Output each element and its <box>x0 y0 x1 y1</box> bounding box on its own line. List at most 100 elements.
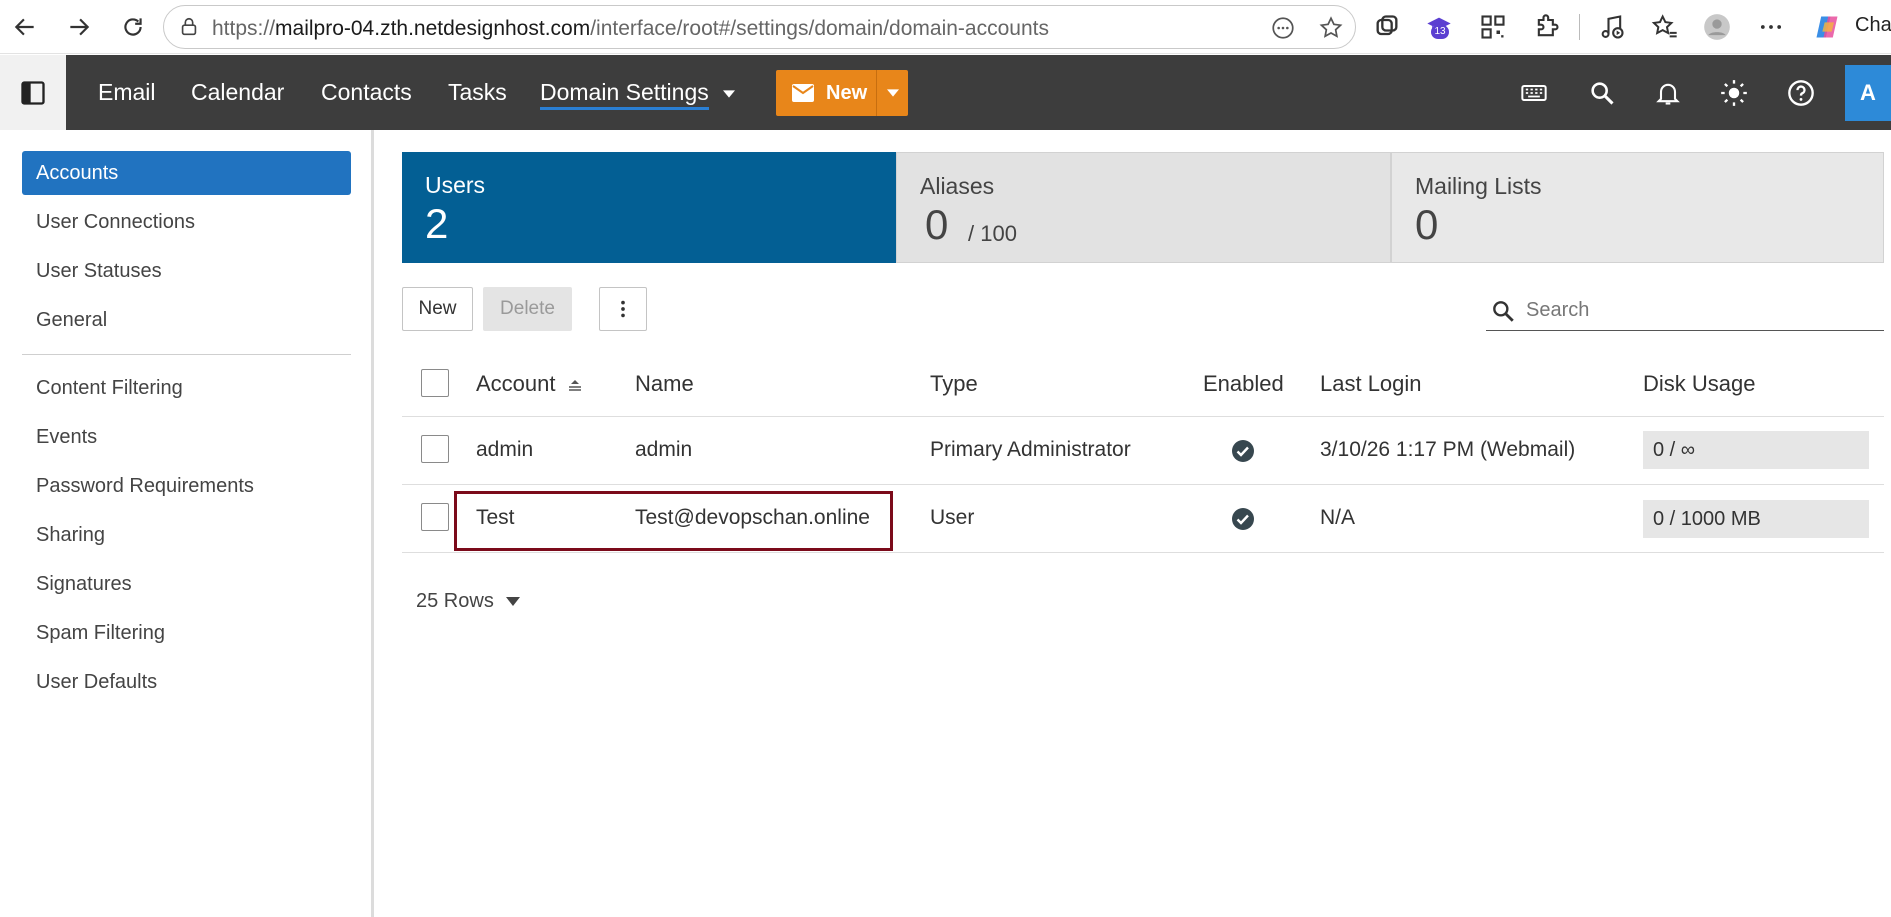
cell-disk-usage: 0 / 1000 MB <box>1643 500 1869 538</box>
cell-last-login: N/A <box>1320 506 1356 529</box>
sidebar-item-events[interactable]: Events <box>22 415 351 459</box>
vertical-dots-icon <box>621 300 625 318</box>
site-info-icon[interactable] <box>178 16 200 38</box>
sidebar-item-user-connections[interactable]: User Connections <box>22 200 351 244</box>
nav-contacts[interactable]: Contacts <box>321 79 412 106</box>
new-dropdown-button[interactable] <box>876 70 908 116</box>
reload-icon[interactable] <box>114 8 152 46</box>
back-icon[interactable] <box>6 8 44 46</box>
col-enabled[interactable]: Enabled <box>1203 371 1284 397</box>
select-all-checkbox[interactable] <box>421 369 449 397</box>
sidebar-item-signatures[interactable]: Signatures <box>22 562 351 606</box>
media-control-icon[interactable] <box>1597 12 1627 42</box>
rows-per-page-label: 25 Rows <box>416 590 494 612</box>
enabled-check-icon <box>1232 508 1254 530</box>
sidebar-item-general[interactable]: General <box>22 298 351 342</box>
row-checkbox[interactable] <box>421 435 449 463</box>
sidebar-panel-icon <box>21 80 45 105</box>
cell-disk-usage: 0 / ∞ <box>1643 431 1869 469</box>
col-last-login[interactable]: Last Login <box>1320 371 1422 397</box>
extensions-puzzle-icon[interactable] <box>1532 12 1562 42</box>
mailing-lists-tile[interactable]: Mailing Lists 0 <box>1391 152 1884 263</box>
more-options-icon[interactable] <box>1756 12 1786 42</box>
chevron-down-icon <box>886 89 899 97</box>
forward-icon[interactable] <box>60 8 98 46</box>
new-item-button[interactable]: New <box>776 70 908 116</box>
envelope-icon <box>792 84 814 102</box>
cell-type: Primary Administrator <box>930 438 1131 461</box>
profile-icon[interactable] <box>1702 12 1732 42</box>
account-search <box>1486 291 1884 331</box>
browser-toolbar: https://mailpro-04.zth.netdesignhost.com… <box>0 0 1891 54</box>
nav-calendar[interactable]: Calendar <box>191 79 284 106</box>
search-icon <box>1493 301 1514 322</box>
aliases-tile-label: Aliases <box>920 173 995 199</box>
col-account[interactable]: Account <box>476 371 582 397</box>
keyboard-shortcuts-icon[interactable] <box>1518 77 1550 109</box>
nav-email[interactable]: Email <box>98 79 156 106</box>
help-icon[interactable] <box>1785 77 1817 109</box>
sidebar-toggle-button[interactable] <box>0 55 66 130</box>
app-header: Email Calendar Contacts Tasks Domain Set… <box>0 55 1891 130</box>
aliases-count: 0 <box>925 201 949 248</box>
search-input[interactable] <box>1524 295 1874 325</box>
row-checkbox[interactable] <box>421 503 449 531</box>
nav-tasks[interactable]: Tasks <box>448 79 507 106</box>
copilot-label[interactable]: Chat <box>1855 14 1891 37</box>
chevron-down-icon <box>723 90 736 98</box>
cell-last-login: 3/10/26 1:17 PM (Webmail) <box>1320 438 1576 461</box>
aliases-limit: / 100 <box>968 221 1017 246</box>
sidebar-divider <box>22 354 351 355</box>
sidebar-item-user-statuses[interactable]: User Statuses <box>22 249 351 293</box>
more-actions-button[interactable] <box>599 287 647 331</box>
delete-account-button[interactable]: Delete <box>483 287 572 331</box>
sidebar-item-content-filtering[interactable]: Content Filtering <box>22 366 351 410</box>
sidebar-item-accounts[interactable]: Accounts <box>22 151 351 195</box>
mailing-lists-tile-label: Mailing Lists <box>1415 173 1542 199</box>
toolbar-divider <box>1579 14 1580 40</box>
chevron-down-icon <box>505 596 520 606</box>
col-account-label: Account <box>476 371 556 396</box>
row-divider <box>402 484 1884 485</box>
users-tile-label: Users <box>425 172 486 198</box>
header-divider <box>402 416 1884 417</box>
enabled-check-icon <box>1232 440 1254 462</box>
sort-ascending-icon <box>568 380 581 391</box>
mailing-lists-count: 0 <box>1415 201 1439 248</box>
sidebar-item-spam-filtering[interactable]: Spam Filtering <box>22 611 351 655</box>
url-prefix: https:// <box>212 17 276 40</box>
collections-icon[interactable] <box>1372 12 1402 42</box>
new-account-button[interactable]: New <box>402 287 473 331</box>
nav-domain-settings[interactable]: Domain Settings <box>540 79 709 110</box>
row-divider <box>402 552 1884 553</box>
user-avatar[interactable]: A <box>1845 65 1891 121</box>
sidebar-item-user-defaults[interactable]: User Defaults <box>22 660 351 704</box>
col-name[interactable]: Name <box>635 371 694 397</box>
favorite-star-icon[interactable] <box>1318 15 1344 41</box>
settings-sidebar: Accounts User Connections User Statuses … <box>0 130 374 917</box>
qr-code-icon[interactable] <box>1478 12 1508 42</box>
col-type[interactable]: Type <box>930 371 978 397</box>
extension-badge: 13 <box>1431 25 1449 39</box>
aliases-tile[interactable]: Aliases 0 / 100 <box>896 152 1391 263</box>
url-path: /interface/root#/settings/domain/domain-… <box>590 17 1049 40</box>
sidebar-item-password-requirements[interactable]: Password Requirements <box>22 464 351 508</box>
col-disk-usage[interactable]: Disk Usage <box>1643 371 1755 397</box>
new-message-button[interactable]: New <box>776 70 876 116</box>
cell-name: admin <box>635 438 693 461</box>
address-bar[interactable]: https://mailpro-04.zth.netdesignhost.com… <box>163 5 1356 49</box>
favorites-icon[interactable] <box>1650 12 1680 42</box>
cell-account: admin <box>476 438 534 461</box>
users-count: 2 <box>425 200 449 247</box>
highlight-annotation <box>454 491 893 551</box>
page-actions-icon[interactable] <box>1270 15 1296 41</box>
sidebar-item-sharing[interactable]: Sharing <box>22 513 351 557</box>
theme-sun-icon[interactable] <box>1718 77 1750 109</box>
users-tile[interactable]: Users 2 <box>402 152 896 263</box>
rows-per-page-select[interactable]: 25 Rows <box>416 590 520 613</box>
notifications-bell-icon[interactable] <box>1652 77 1684 109</box>
search-icon[interactable] <box>1586 77 1618 109</box>
url-text: https://mailpro-04.zth.netdesignhost.com… <box>212 17 1049 41</box>
copilot-icon[interactable] <box>1812 12 1842 42</box>
nav-domain-settings-wrap[interactable]: Domain Settings <box>540 79 736 110</box>
